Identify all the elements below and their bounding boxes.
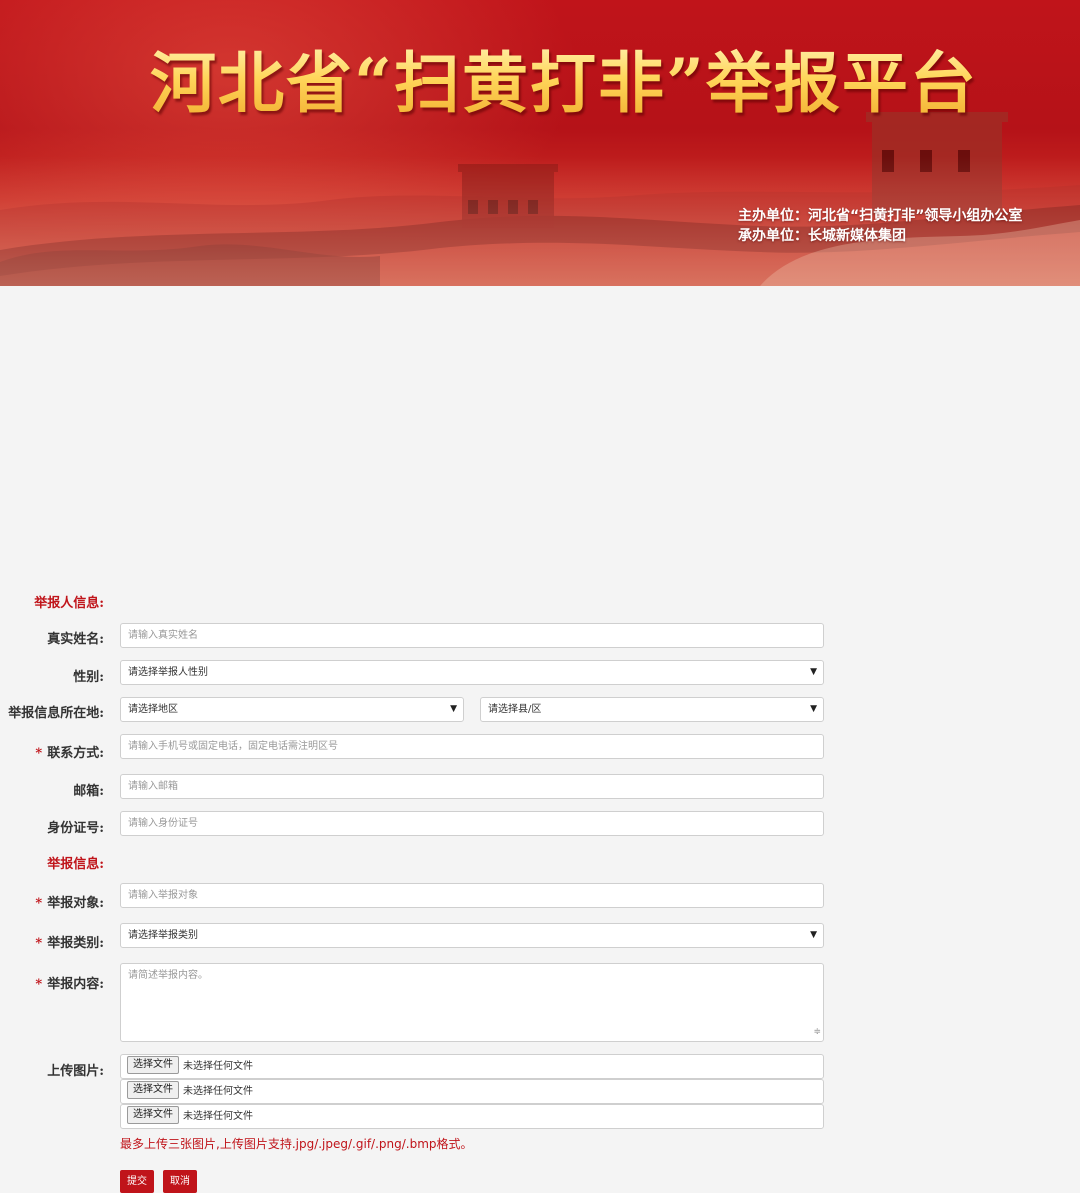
county-select-value: 请选择县/区 (488, 704, 542, 715)
idcard-input[interactable]: 请输入身份证号 (120, 811, 824, 836)
submit-button[interactable]: 提交 (120, 1170, 154, 1193)
content-textarea[interactable]: 请简述举报内容。 ≑ (120, 963, 824, 1042)
resize-grip-icon[interactable]: ≑ (813, 1024, 821, 1040)
region-select-value: 请选择地区 (128, 704, 178, 715)
contact-input[interactable]: 请输入手机号或固定电话，固定电话需注明区号 (120, 734, 824, 759)
required-marker: * (35, 896, 43, 911)
no-file-text: 未选择任何文件 (183, 1061, 253, 1072)
sponsor-text: 主办单位：河北省“扫黄打非”领导小组办公室 (738, 208, 1023, 224)
gender-label: 性别: (73, 670, 104, 685)
file-upload-3[interactable]: 选择文件 未选择任何文件 (120, 1104, 824, 1129)
region-select[interactable]: 请选择地区 ▼ (120, 697, 464, 722)
sponsor-info: 主办单位：河北省“扫黄打非”领导小组办公室 承办单位：长城新媒体集团 (738, 206, 1022, 246)
platform-title: 河北省“扫黄打非”举报平台 (150, 38, 978, 128)
no-file-text: 未选择任何文件 (183, 1111, 253, 1122)
organizer-text: 承办单位：长城新媒体集团 (738, 228, 906, 244)
upload-hint: 最多上传三张图片,上传图片支持.jpg/.jpeg/.gif/.png/.bmp… (120, 1137, 473, 1151)
choose-file-button[interactable]: 选择文件 (127, 1081, 179, 1099)
target-input[interactable]: 请输入举报对象 (120, 883, 824, 908)
content-label: * 举报内容: (35, 973, 104, 992)
section-title-reporter: 举报人信息: (34, 596, 104, 611)
name-input[interactable]: 请输入真实姓名 (120, 623, 824, 648)
chevron-down-icon: ▼ (810, 667, 817, 677)
location-label: 举报信息所在地: (8, 706, 104, 721)
content-placeholder: 请简述举报内容。 (128, 970, 208, 981)
required-marker: * (35, 936, 43, 951)
no-file-text: 未选择任何文件 (183, 1086, 253, 1097)
chevron-down-icon: ▼ (810, 704, 817, 714)
category-select[interactable]: 请选择举报类别 ▼ (120, 923, 824, 948)
name-label: 真实姓名: (47, 632, 104, 647)
category-label: * 举报类别: (35, 932, 104, 951)
contact-label-text: 联系方式: (47, 746, 104, 761)
email-input[interactable]: 请输入邮箱 (120, 774, 824, 799)
required-marker: * (35, 746, 43, 761)
choose-file-button[interactable]: 选择文件 (127, 1056, 179, 1074)
idcard-label: 身份证号: (47, 821, 104, 836)
county-select[interactable]: 请选择县/区 ▼ (480, 697, 824, 722)
choose-file-button[interactable]: 选择文件 (127, 1106, 179, 1124)
category-label-text: 举报类别: (47, 936, 104, 951)
file-upload-2[interactable]: 选择文件 未选择任何文件 (120, 1079, 824, 1104)
upload-label: 上传图片: (47, 1064, 104, 1079)
chevron-down-icon: ▼ (810, 930, 817, 940)
required-marker: * (35, 977, 43, 992)
category-select-value: 请选择举报类别 (128, 930, 198, 941)
header-banner: 河北省“扫黄打非”举报平台 主办单位：河北省“扫黄打非”领导小组办公室 承办单位… (0, 0, 1080, 286)
gender-select[interactable]: 请选择举报人性别 ▼ (120, 660, 824, 685)
target-label-text: 举报对象: (47, 896, 104, 911)
gender-select-value: 请选择举报人性别 (128, 667, 208, 678)
email-label: 邮箱: (73, 784, 104, 799)
cancel-button[interactable]: 取消 (163, 1170, 197, 1193)
section-title-report: 举报信息: (47, 857, 104, 872)
content-label-text: 举报内容: (47, 977, 104, 992)
target-label: * 举报对象: (35, 892, 104, 911)
chevron-down-icon: ▼ (450, 704, 457, 714)
file-upload-1[interactable]: 选择文件 未选择任何文件 (120, 1054, 824, 1079)
contact-label: * 联系方式: (35, 742, 104, 761)
